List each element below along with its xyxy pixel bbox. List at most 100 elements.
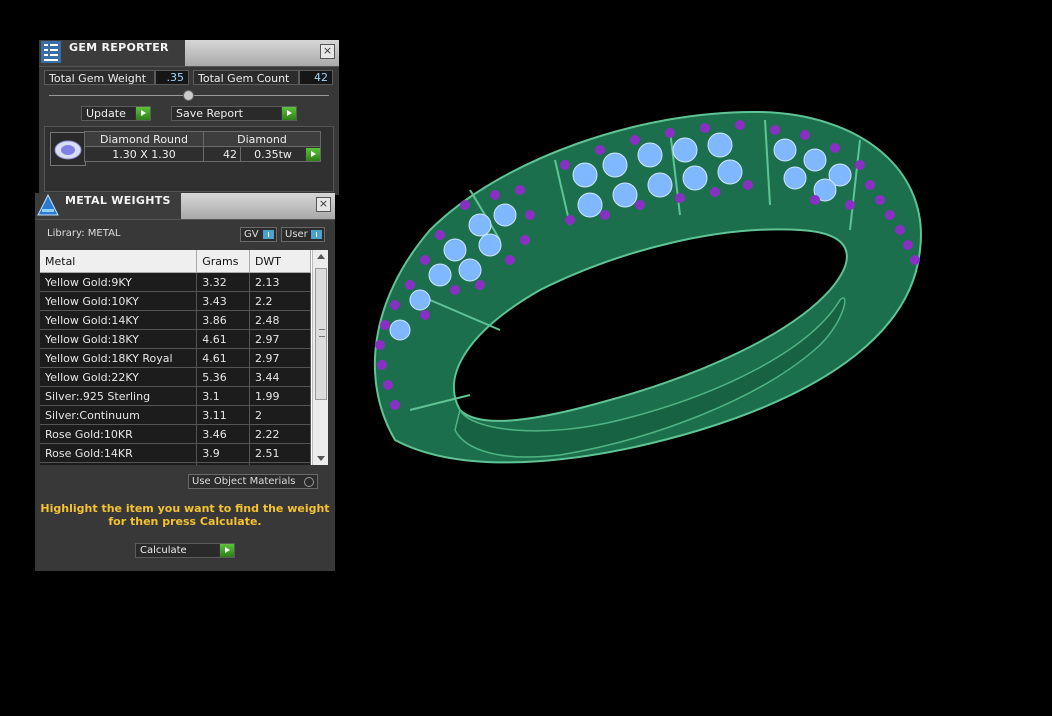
table-row[interactable]: Yellow Gold:18KY Royal 4.61 2.97	[40, 348, 312, 368]
play-arrow-icon	[135, 107, 150, 120]
gem-reporter-app-icon	[41, 41, 61, 63]
column-header-dwt[interactable]: DWT	[249, 250, 312, 273]
column-header-metal[interactable]: Metal	[40, 250, 198, 273]
cell-dwt: 2.2	[249, 291, 312, 311]
scroll-down-icon[interactable]	[317, 456, 325, 461]
scroll-grip-icon	[319, 329, 325, 337]
gem-row-detail[interactable]: 1.30 X 1.30 42 0.35tw	[84, 146, 321, 162]
total-gem-weight-label: Total Gem Weight	[44, 70, 155, 85]
gem-reporter-titlebar[interactable]: GEM REPORTER ×	[39, 40, 339, 67]
cell-dwt: 2.48	[249, 310, 312, 330]
cell-dwt: 2.97	[249, 462, 312, 465]
total-gem-count-label: Total Gem Count	[193, 70, 299, 85]
cell-dwt: 1.99	[249, 386, 312, 406]
metal-list-scrollbar[interactable]	[312, 250, 328, 465]
close-icon[interactable]: ×	[316, 197, 331, 212]
cell-grams: 3.9	[196, 443, 250, 463]
save-report-button-label: Save Report	[176, 107, 243, 120]
cell-grams: 3.1	[196, 386, 250, 406]
library-label: Library: METAL	[47, 228, 121, 239]
gem-weight-value: 0.35tw	[254, 147, 292, 161]
table-row[interactable]: Rose Gold:14KR 3.9 2.51	[40, 443, 312, 463]
cell-dwt: 2.97	[249, 348, 312, 368]
table-row[interactable]: Yellow Gold:18KY 4.61 2.97	[40, 329, 312, 349]
gem-cut-cell: Diamond Round	[84, 131, 204, 147]
metal-list[interactable]: Metal Grams DWT Yellow Gold:9KY 3.32 2.13 Y…	[40, 250, 328, 465]
cell-grams: 4.61	[196, 348, 250, 368]
gem-reporter-panel: GEM REPORTER × Total Gem Weight .35 Tota…	[39, 40, 339, 195]
cell-grams: 3.11	[196, 405, 250, 425]
user-toggle[interactable]: User	[281, 227, 325, 242]
table-row[interactable]: Yellow Gold:14KY 3.86 2.48	[40, 310, 312, 330]
scroll-up-icon[interactable]	[317, 254, 325, 259]
gem-size-cell: 1.30 X 1.30	[84, 146, 204, 162]
table-row[interactable]: Silver:.925 Sterling 3.1 1.99	[40, 386, 312, 406]
cell-metal: Rose Gold:14KR	[40, 443, 198, 463]
column-header-grams[interactable]: Grams	[196, 250, 250, 273]
total-gem-weight-value: .35	[155, 70, 189, 85]
cell-metal: Yellow Gold:14KY	[40, 310, 198, 330]
metal-weights-panel: METAL WEIGHTS × Library: METAL GV User M…	[35, 193, 335, 571]
table-row[interactable]: Yellow Gold:22KY 5.36 3.44	[40, 367, 312, 387]
metal-table-body: Yellow Gold:9KY 3.32 2.13 Yellow Gold:10KY 3…	[40, 272, 312, 465]
update-button[interactable]: Update	[81, 106, 151, 121]
gem-count-cell: 42	[203, 146, 241, 162]
use-object-materials-toggle[interactable]: Use Object Materials	[188, 474, 318, 489]
diamond-round-icon	[54, 140, 82, 160]
metal-weights-titlebar[interactable]: METAL WEIGHTS ×	[35, 193, 335, 220]
calculate-button-label: Calculate	[140, 545, 187, 556]
calculate-button[interactable]: Calculate	[135, 543, 235, 558]
play-arrow-icon	[281, 107, 296, 120]
cell-grams: 3.43	[196, 291, 250, 311]
cell-metal: Yellow Gold:22KY	[40, 367, 198, 387]
play-arrow-icon	[219, 544, 234, 557]
gv-toggle-label: GV	[244, 229, 259, 240]
cell-grams: 3.32	[196, 272, 250, 292]
table-row[interactable]: Yellow Gold:10KY 3.43 2.2	[40, 291, 312, 311]
report-slider-knob[interactable]	[183, 90, 194, 101]
cell-dwt: 2	[249, 405, 312, 425]
cell-dwt: 2.51	[249, 443, 312, 463]
cell-grams: 3.46	[196, 424, 250, 444]
cell-metal: Silver:.925 Sterling	[40, 386, 198, 406]
user-toggle-label: User	[285, 229, 308, 240]
cell-metal: Rose Gold:10KR	[40, 424, 198, 444]
cell-dwt: 3.44	[249, 367, 312, 387]
update-button-label: Update	[86, 107, 126, 120]
ring-model	[373, 110, 922, 464]
radio-icon	[304, 477, 314, 487]
scroll-thumb[interactable]	[315, 268, 327, 400]
close-icon[interactable]: ×	[320, 44, 335, 59]
gv-toggle[interactable]: GV	[240, 227, 277, 242]
table-row[interactable]: Silver:Continuum 3.11 2	[40, 405, 312, 425]
metal-table-header: Metal Grams DWT	[40, 250, 312, 273]
metal-weights-title: METAL WEIGHTS	[65, 194, 171, 207]
cell-grams: 3.86	[196, 310, 250, 330]
cell-grams: 4.61	[196, 462, 250, 465]
instruction-line-2: for then press Calculate.	[108, 515, 262, 528]
cell-dwt: 2.22	[249, 424, 312, 444]
cell-metal: Silver:Continuum	[40, 405, 198, 425]
table-row[interactable]: Rose Gold:10KR 3.46 2.22	[40, 424, 312, 444]
gem-weight-cell: 0.35tw	[240, 146, 321, 162]
table-row[interactable]: Rose Gold:18KR4.612.97	[40, 462, 312, 465]
gem-weight-play-icon[interactable]	[305, 148, 320, 161]
metal-table: Metal Grams DWT Yellow Gold:9KY 3.32 2.13 Y…	[40, 250, 312, 465]
table-row[interactable]: Yellow Gold:9KY 3.32 2.13	[40, 272, 312, 292]
cell-dwt: 2.97	[249, 329, 312, 349]
toggle-indicator-icon	[311, 230, 322, 239]
gem-thumbnail[interactable]	[50, 132, 86, 166]
gem-table: Diamond Round Diamond 1.30 X 1.30 42 0.3…	[84, 131, 321, 162]
cell-metal: Yellow Gold:18KY Royal	[40, 348, 198, 368]
total-gem-count-value: 42	[299, 70, 333, 85]
cell-dwt: 2.13	[249, 272, 312, 292]
gem-row-header[interactable]: Diamond Round Diamond	[84, 131, 321, 147]
gem-material-cell: Diamond	[203, 131, 321, 147]
save-report-button[interactable]: Save Report	[171, 106, 297, 121]
cell-grams: 4.61	[196, 329, 250, 349]
viewport-3d[interactable]	[340, 80, 1052, 500]
cell-metal: Yellow Gold:10KY	[40, 291, 198, 311]
toggle-indicator-icon	[263, 230, 274, 239]
cell-metal: Rose Gold:18KR	[40, 462, 198, 465]
cell-metal: Yellow Gold:9KY	[40, 272, 198, 292]
